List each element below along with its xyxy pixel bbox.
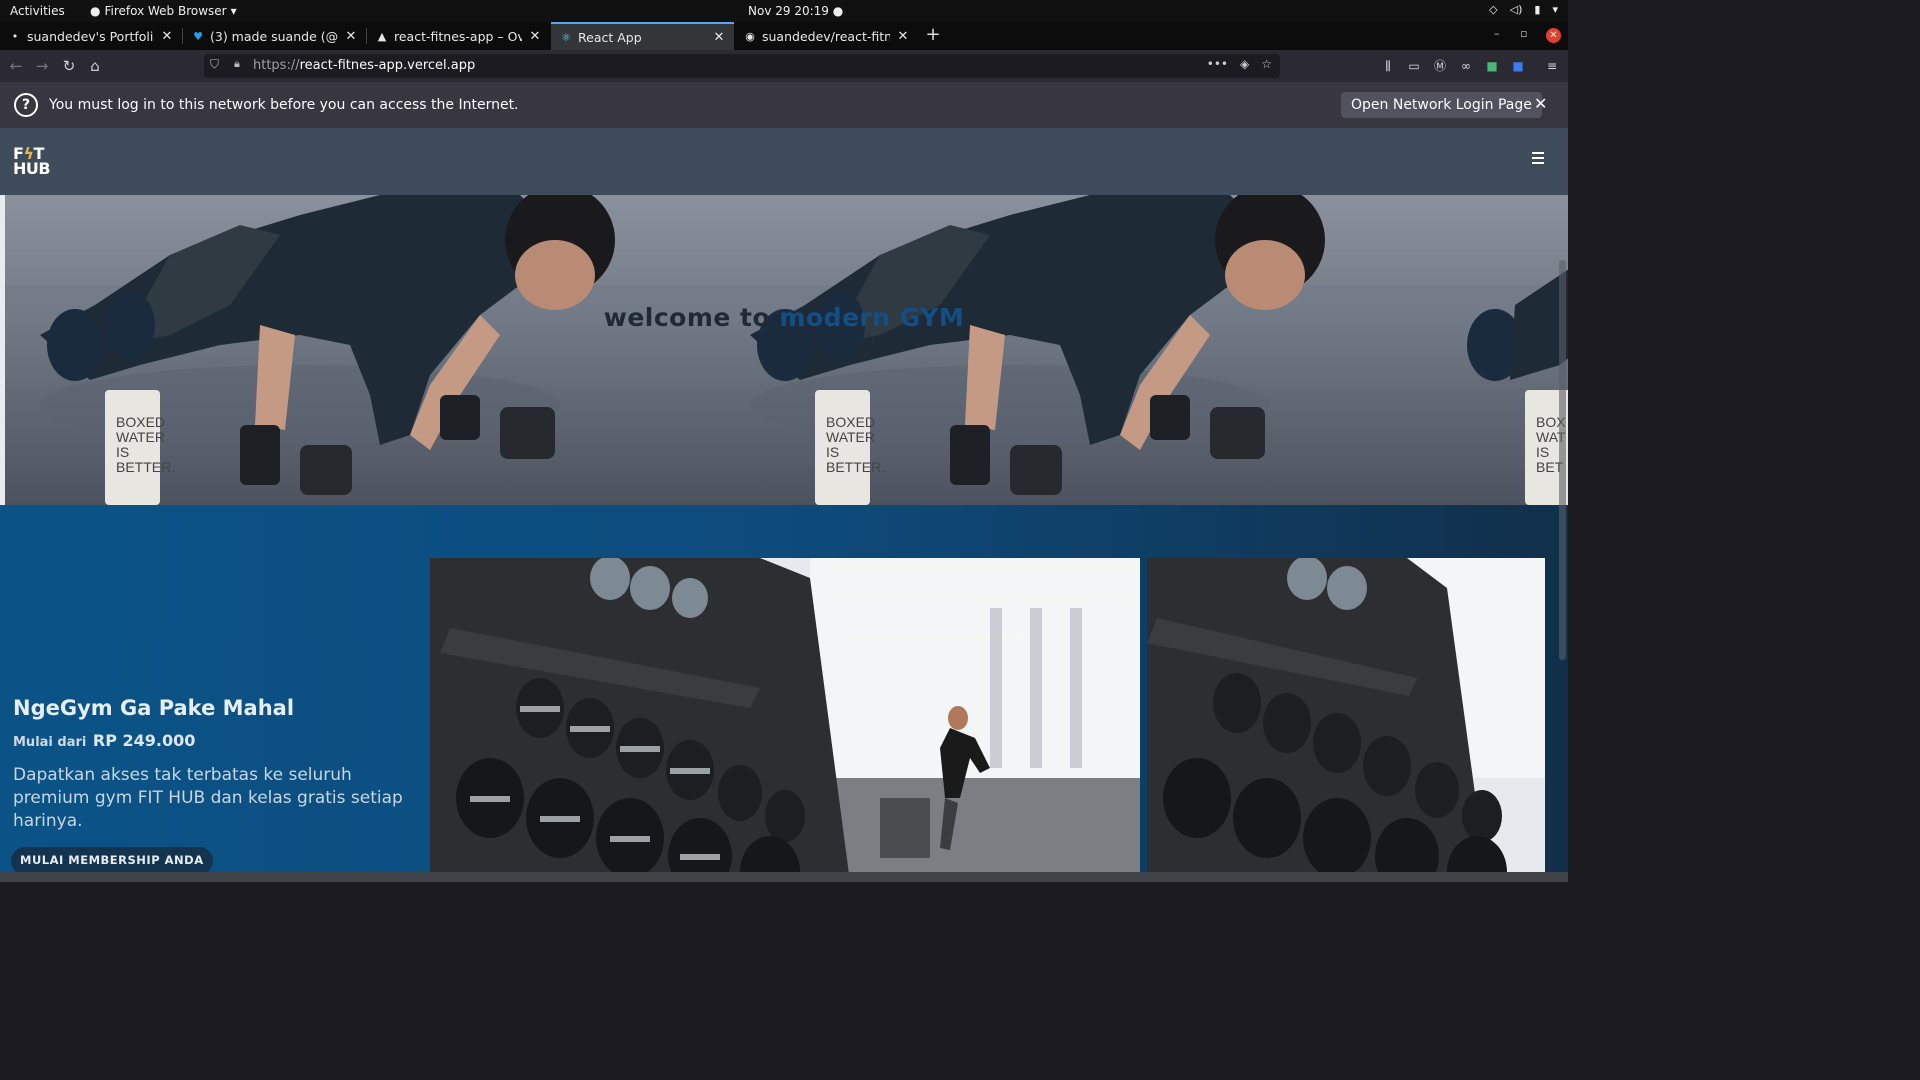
- tab-label: (3) made suande (@m_su: [210, 28, 338, 44]
- svg-text:WATER: WATER: [116, 429, 165, 445]
- dot-icon: •: [11, 29, 19, 43]
- system-tray[interactable]: ◇ ◁) ▮ ▾: [1489, 3, 1558, 16]
- hero-title: welcome to modern GYM: [603, 303, 965, 332]
- svg-text:BOXED: BOXED: [826, 414, 875, 430]
- reload-button[interactable]: ↻: [57, 54, 81, 78]
- app-menu-label: Firefox Web Browser: [104, 4, 227, 18]
- gym-photo: [430, 558, 1140, 882]
- gym-photo: [1147, 558, 1545, 882]
- start-membership-button[interactable]: MULAI MEMBERSHIP ANDA: [11, 847, 213, 875]
- clock-label: Nov 29 20:19: [748, 4, 829, 18]
- firefox-icon: ●: [90, 4, 101, 18]
- url-scheme: https://: [253, 58, 300, 73]
- tab-strip: • suandedev's Portfolio | C ✕ ♥ (3) made…: [0, 22, 1568, 50]
- tab-react-app[interactable]: ⚛ React App ✕: [551, 22, 734, 50]
- tab-label: suandedev/react-fitnes-a: [762, 28, 890, 44]
- library-icon[interactable]: ⫼: [1380, 58, 1396, 74]
- extension-m-icon[interactable]: Ⓜ: [1432, 58, 1448, 74]
- network-login-notification: ? You must log in to this network before…: [0, 82, 1568, 128]
- hero-image: BOXED WATER IS BETTER.: [710, 195, 1420, 505]
- restore-button[interactable]: ▫: [1520, 27, 1527, 40]
- web-page: FϟT HUB BOXED WATER IS BETTER. BOXED WAT…: [0, 128, 1568, 882]
- svg-text:BETTER.: BETTER.: [116, 459, 175, 475]
- home-button[interactable]: ⌂: [83, 54, 107, 78]
- extension-blue-icon[interactable]: ■: [1510, 58, 1526, 74]
- svg-text:BOXED: BOXED: [116, 414, 165, 430]
- question-icon: ?: [14, 93, 38, 117]
- address-bar[interactable]: ⛉ 🔒︎ https://react-fitnes-app.vercel.app…: [204, 54, 1280, 78]
- tab-label: React App: [578, 29, 642, 45]
- volume-icon: ◁): [1509, 3, 1523, 16]
- extension-green-icon[interactable]: ■: [1484, 58, 1500, 74]
- tab-twitter[interactable]: ♥ (3) made suande (@m_su ✕: [183, 22, 366, 50]
- promo-price: Mulai dari RP 249.000: [13, 731, 196, 750]
- svg-text:BETTER.: BETTER.: [826, 459, 885, 475]
- url-text[interactable]: https://react-fitnes-app.vercel.app: [253, 58, 475, 73]
- site-header: FϟT HUB: [0, 128, 1568, 195]
- bookmark-star-icon[interactable]: ☆: [1261, 57, 1272, 71]
- fithub-logo[interactable]: FϟT HUB: [13, 146, 51, 177]
- close-icon[interactable]: ✕: [160, 29, 174, 44]
- github-icon: ◉: [745, 29, 755, 43]
- hero-image: BOXED WATER IS BETTER.: [0, 195, 710, 505]
- url-host: react-fitnes-app.vercel.app: [299, 58, 476, 73]
- twitter-icon: ♥: [193, 29, 203, 43]
- promo-title: NgeGym Ga Pake Mahal: [13, 696, 295, 720]
- system-top-bar: Activities ● Firefox Web Browser ▾ Nov 2…: [0, 0, 1568, 22]
- chevron-down-icon: ▾: [1552, 3, 1558, 16]
- close-icon[interactable]: ✕: [344, 29, 358, 44]
- hero-image: BOX WAT IS BET: [1420, 195, 1568, 505]
- close-icon[interactable]: ✕: [712, 30, 726, 45]
- svg-text:IS: IS: [116, 444, 129, 460]
- minimize-button[interactable]: –: [1494, 27, 1500, 40]
- tab-label: react-fitnes-app – Overvi: [394, 28, 522, 44]
- react-icon: ⚛: [561, 30, 571, 44]
- window-close-button[interactable]: ✕: [1546, 28, 1561, 43]
- tracking-protection-icon[interactable]: ⛉: [210, 57, 219, 72]
- tab-vercel[interactable]: ▲ react-fitnes-app – Overvi ✕: [367, 22, 550, 50]
- pocket-icon[interactable]: ◈: [1240, 57, 1249, 71]
- tab-portfolio[interactable]: • suandedev's Portfolio | C ✕: [0, 22, 182, 50]
- vercel-icon: ▲: [377, 29, 387, 43]
- back-button[interactable]: ←: [4, 54, 28, 78]
- lock-icon[interactable]: 🔒︎: [234, 57, 240, 71]
- svg-text:IS: IS: [1536, 444, 1549, 460]
- promo-description: Dapatkan akses tak terbatas ke seluruh p…: [13, 765, 403, 831]
- hero-banner: BOXED WATER IS BETTER. BOXED WATER IS BE…: [0, 195, 1568, 505]
- forward-button[interactable]: →: [30, 54, 54, 78]
- extension-glasses-icon[interactable]: ∞: [1458, 58, 1474, 74]
- tab-github[interactable]: ◉ suandedev/react-fitnes-a ✕: [735, 22, 918, 50]
- menu-icon[interactable]: ≡: [1544, 58, 1560, 74]
- navigation-toolbar: ← → ↻ ⌂ ⛉ 🔒︎ https://react-fitnes-app.ve…: [0, 50, 1568, 82]
- membership-promo: NgeGym Ga Pake Mahal Mulai dari RP 249.0…: [0, 505, 1568, 882]
- tab-label: suandedev's Portfolio | C: [27, 28, 154, 44]
- svg-text:IS: IS: [826, 444, 839, 460]
- page-actions-icon[interactable]: •••: [1207, 57, 1228, 71]
- new-tab-button[interactable]: +: [922, 24, 944, 45]
- sidebar-icon[interactable]: ▭: [1406, 58, 1422, 74]
- open-network-login-button[interactable]: Open Network Login Page: [1341, 92, 1542, 118]
- notification-message: You must log in to this network before y…: [49, 97, 519, 113]
- chevron-down-icon: ▾: [230, 4, 237, 18]
- activities-button[interactable]: Activities: [10, 4, 65, 18]
- svg-text:WATER: WATER: [826, 429, 875, 445]
- battery-icon: ▮: [1534, 3, 1541, 16]
- app-menu[interactable]: ● Firefox Web Browser ▾: [90, 4, 237, 18]
- window-bottom-edge: [0, 872, 1568, 882]
- close-icon[interactable]: ✕: [896, 29, 910, 44]
- hamburger-menu-icon[interactable]: [1532, 152, 1544, 167]
- close-icon[interactable]: ✕: [1534, 94, 1547, 113]
- clock[interactable]: Nov 29 20:19 ●: [748, 4, 843, 18]
- close-icon[interactable]: ✕: [528, 29, 542, 44]
- network-icon: ◇: [1489, 3, 1498, 16]
